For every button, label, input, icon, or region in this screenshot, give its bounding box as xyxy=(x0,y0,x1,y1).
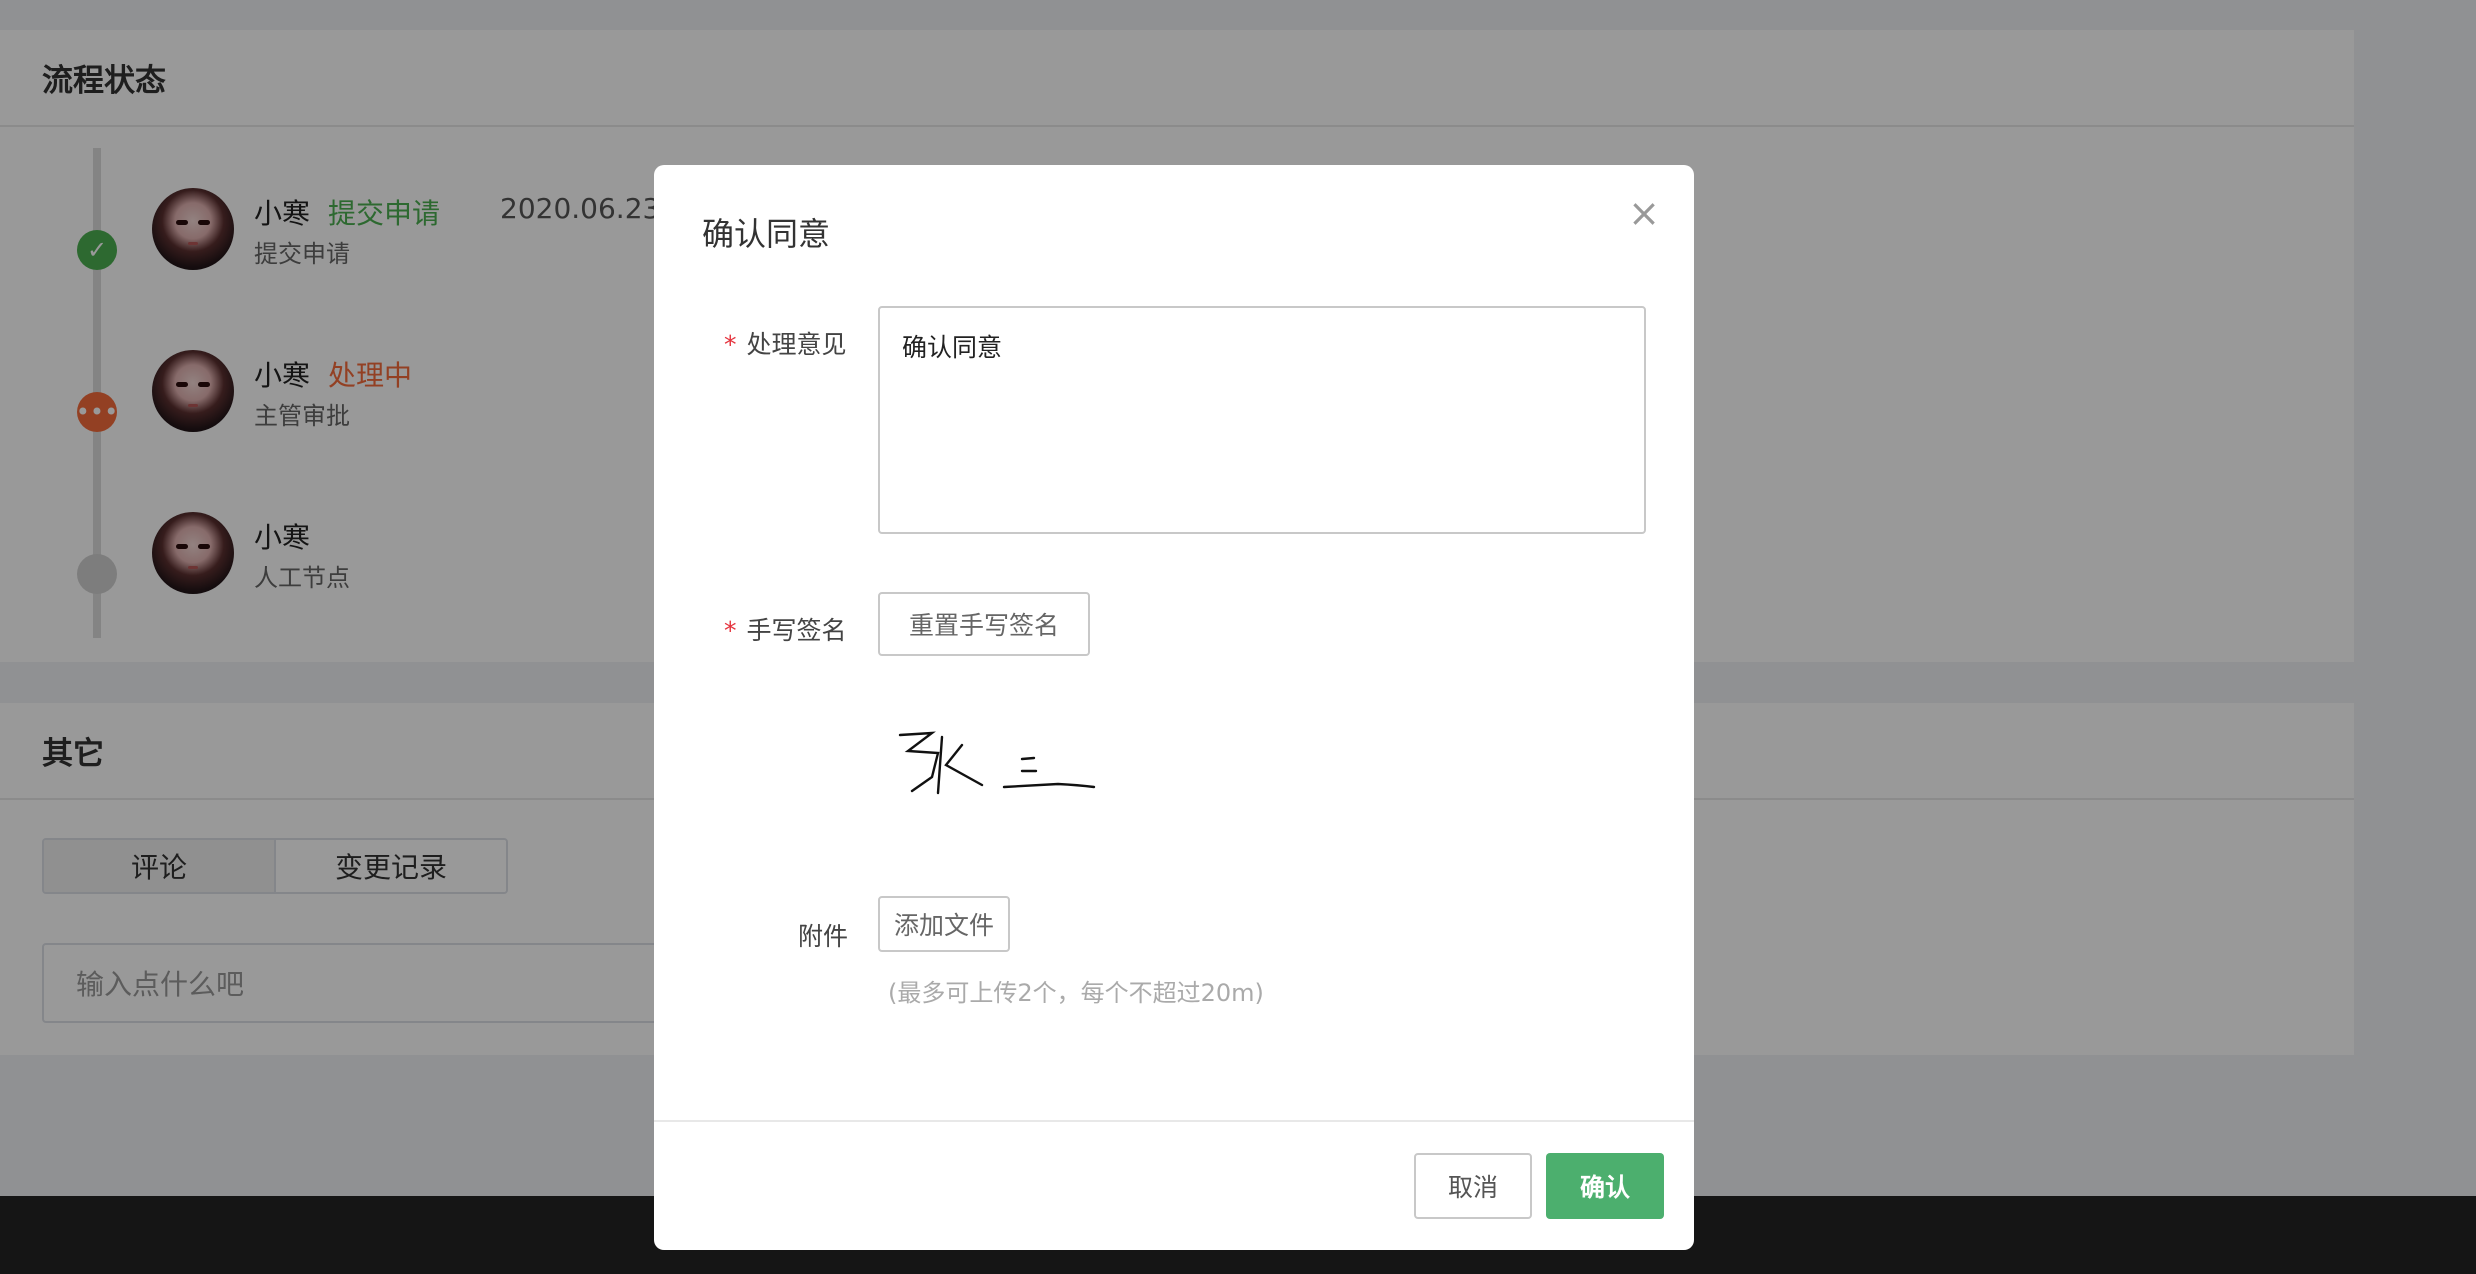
attachment-label: 附件 xyxy=(798,922,849,951)
dialog-footer-divider xyxy=(654,1120,1694,1122)
signature-image: 张三 xyxy=(898,731,1096,795)
required-mark: * xyxy=(724,330,737,359)
opinion-textarea[interactable]: 确认同意 xyxy=(878,306,1646,534)
cancel-button[interactable]: 取消 xyxy=(1414,1153,1532,1219)
reset-signature-button[interactable]: 重置手写签名 xyxy=(878,592,1090,656)
opinion-label: * 处理意见 xyxy=(724,325,847,361)
dialog-title: 确认同意 xyxy=(702,215,831,253)
attachment-hint: (最多可上传2个，每个不超过20m) xyxy=(888,979,1264,1007)
add-file-button[interactable]: 添加文件 xyxy=(878,896,1010,952)
required-mark: * xyxy=(724,616,737,645)
signature-label: * 手写签名 xyxy=(724,611,847,647)
signature-label-text: 手写签名 xyxy=(746,616,847,645)
close-icon[interactable]: × xyxy=(1622,191,1666,235)
confirm-button[interactable]: 确认 xyxy=(1546,1153,1664,1219)
opinion-label-text: 处理意见 xyxy=(746,330,847,359)
confirm-dialog: 确认同意 × * 处理意见 确认同意 * 手写签名 重置手写签名 张三 附件 添加文… xyxy=(654,165,1694,1250)
